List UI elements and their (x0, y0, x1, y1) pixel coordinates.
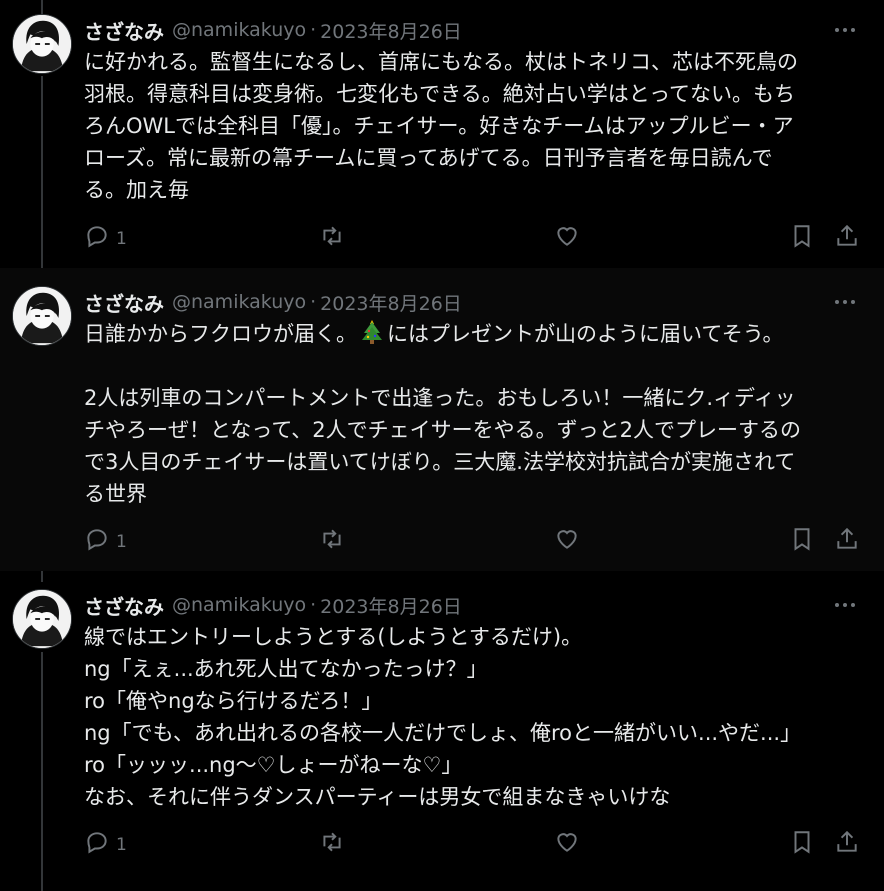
retweet-icon (323, 832, 341, 852)
tweet-2[interactable]: さざなみ @namikakuyo · 2023年8月26日 日誰かからフクロウが… (0, 268, 884, 571)
author-handle[interactable]: @namikakuyo (172, 594, 306, 616)
bookmark-icon (794, 528, 810, 551)
text-line: 2人は列車のコンパートメントで出逢った。おもしろい！一緒にク.ィディッ (84, 386, 796, 410)
like-button[interactable] (554, 525, 580, 553)
bookmark-icon (794, 831, 810, 854)
text-line: ろんOWLでは全科目「優」。チェイサー。好きなチームはアップルビー・ア (84, 114, 794, 138)
retweet-icon (323, 529, 341, 549)
text-line: 羽根。得意科目は変身術。七変化もできる。絶対占い学はとってない。もち (84, 82, 796, 106)
author-handle[interactable]: @namikakuyo (172, 291, 306, 313)
author-name[interactable]: さざなみ (84, 591, 164, 620)
reply-button[interactable]: 1 (84, 222, 127, 250)
timestamp[interactable]: 2023年8月26日 (320, 17, 462, 44)
action-bar: 1 (84, 828, 864, 856)
reply-button[interactable]: 1 (84, 828, 127, 856)
author-name[interactable]: さざなみ (84, 288, 164, 317)
more-icon (835, 28, 855, 32)
avatar[interactable] (12, 286, 72, 346)
text-line: る世界 (84, 482, 147, 506)
bookmark-button[interactable] (789, 525, 815, 553)
heart-icon (557, 530, 577, 549)
retweet-icon (323, 226, 341, 246)
christmas-tree-icon (362, 320, 382, 344)
timestamp[interactable]: 2023年8月26日 (320, 592, 462, 619)
text-line: ro「俺やngなら行けるだろ！」 (84, 689, 383, 713)
heart-icon (557, 833, 577, 852)
bookmark-button[interactable] (789, 828, 815, 856)
text-line: で3人目のチェイサーは置いてけぼり。三大魔.法学校対抗試合が実施されて (84, 450, 796, 474)
reply-icon (87, 529, 107, 551)
text-fragment: 日誰かからフクロウが届く。 (84, 322, 357, 346)
text-line: 線ではエントリーしようとする(しようとするだけ)。 (84, 625, 583, 649)
tweet-text: に好かれる。監督生になるし、首席にもなる。杖はトネリコ、芯は不死鳥の 羽根。得意… (84, 46, 864, 206)
avatar[interactable] (12, 589, 72, 649)
reply-count: 1 (116, 229, 127, 249)
more-icon (835, 603, 855, 607)
tweet-3[interactable]: さざなみ @namikakuyo · 2023年8月26日 線ではエントリーしよ… (0, 571, 884, 891)
text-line: ro「ッッッ...ng〜♡しょーがねーな♡」 (84, 753, 463, 777)
text-line: 日誰かからフクロウが届く。 にはプレゼントが山のように届いてそう。 (84, 318, 864, 350)
anime-avatar-icon (13, 590, 71, 648)
tweet-text: 日誰かからフクロウが届く。 にはプレゼントが山のように届いてそう。 2人は列車のコ… (84, 318, 864, 510)
separator: · (310, 594, 317, 616)
text-line: る。加え毎 (84, 178, 189, 202)
timestamp[interactable]: 2023年8月26日 (320, 289, 462, 316)
share-button[interactable] (834, 828, 860, 856)
reply-button[interactable]: 1 (84, 525, 127, 553)
bookmark-icon (794, 225, 810, 248)
retweet-button[interactable] (319, 525, 345, 553)
text-line (84, 350, 864, 382)
retweet-button[interactable] (319, 828, 345, 856)
tweet-1[interactable]: さざなみ @namikakuyo · 2023年8月26日 に好かれる。監督生に… (0, 0, 884, 268)
share-icon (837, 527, 857, 549)
separator: · (310, 19, 317, 41)
action-bar: 1 (84, 525, 864, 553)
reply-count: 1 (116, 835, 127, 855)
reply-count: 1 (116, 532, 127, 552)
text-line: なお、それに伴うダンスパーティーは男女で組まなきゃいけな (84, 785, 671, 809)
action-bar: 1 (84, 222, 864, 250)
tweet-header: さざなみ @namikakuyo · 2023年8月26日 (84, 16, 462, 44)
like-button[interactable] (554, 828, 580, 856)
bookmark-button[interactable] (789, 222, 815, 250)
text-line: に好かれる。監督生になるし、首席にもなる。杖はトネリコ、芯は不死鳥の (84, 50, 798, 74)
tweet-header: さざなみ @namikakuyo · 2023年8月26日 (84, 288, 462, 316)
author-name[interactable]: さざなみ (84, 16, 164, 45)
like-button[interactable] (554, 222, 580, 250)
more-options-button[interactable] (830, 18, 860, 42)
text-line: ng「でも、あれ出れるの各校一人だけでしょ、俺roと一緒がいい...やだ...」 (84, 721, 802, 745)
tweet-text: 線ではエントリーしようとする(しようとするだけ)。 ng「えぇ...あれ死人出て… (84, 621, 864, 813)
text-line: ng「えぇ...あれ死人出てなかったっけ？」 (84, 657, 488, 681)
retweet-button[interactable] (319, 222, 345, 250)
more-options-button[interactable] (830, 593, 860, 617)
heart-icon (557, 227, 577, 246)
share-icon (837, 830, 857, 852)
anime-avatar-icon (13, 287, 71, 345)
reply-icon (87, 832, 107, 854)
reply-icon (87, 226, 107, 248)
share-button[interactable] (834, 222, 860, 250)
more-icon (835, 300, 855, 304)
text-line: ローズ。常に最新の箒チームに買ってあげてる。日刊予言者を毎日読んで (84, 146, 773, 170)
avatar[interactable] (12, 14, 72, 74)
tweet-header: さざなみ @namikakuyo · 2023年8月26日 (84, 591, 462, 619)
text-fragment: にはプレゼントが山のように届いてそう。 (387, 322, 784, 346)
share-button[interactable] (834, 525, 860, 553)
share-icon (837, 224, 857, 246)
text-line: チやろーぜ！となって、2人でチェイサーをやる。ずっと2人でプレーするの (84, 418, 801, 442)
author-handle[interactable]: @namikakuyo (172, 19, 306, 41)
separator: · (310, 291, 317, 313)
more-options-button[interactable] (830, 290, 860, 314)
anime-avatar-icon (13, 15, 71, 73)
